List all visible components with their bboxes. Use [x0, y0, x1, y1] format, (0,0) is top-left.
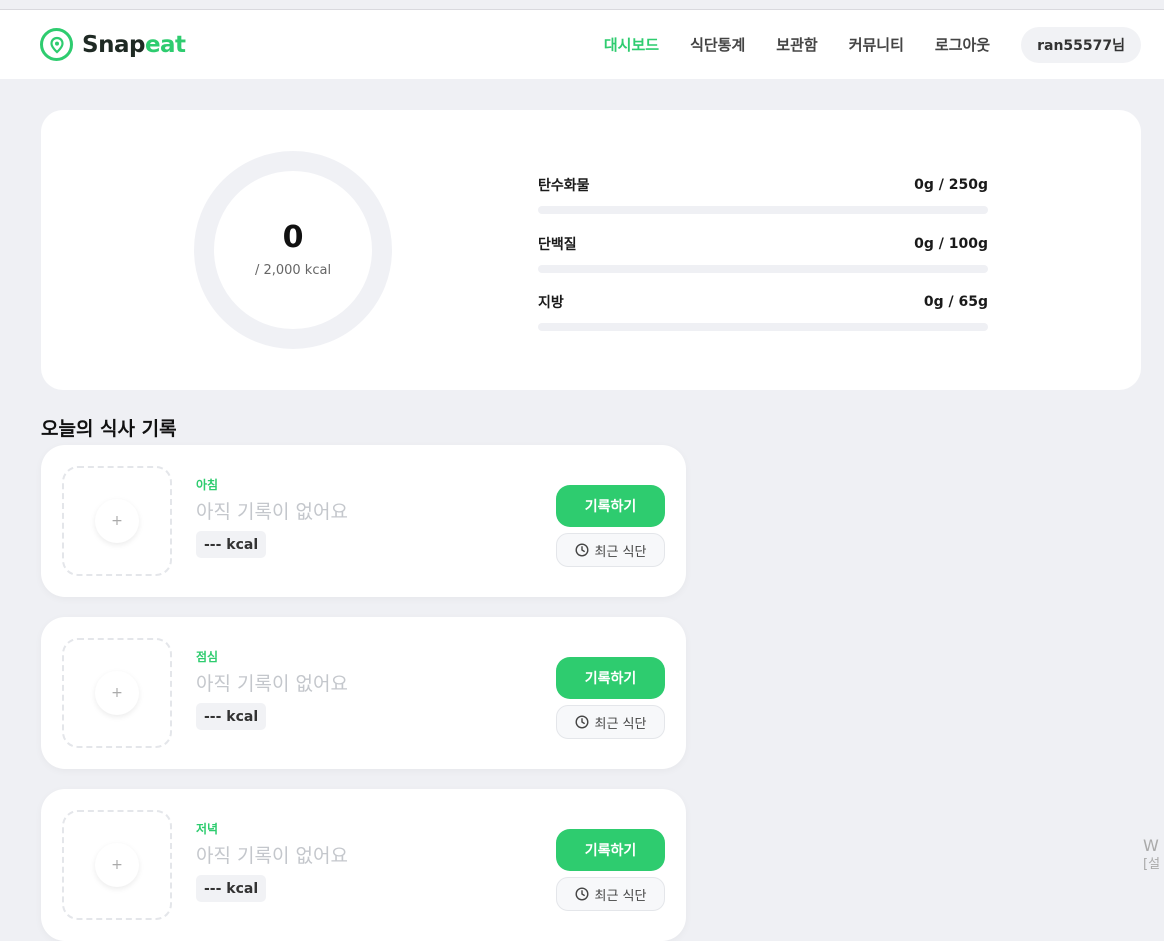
macro-carbs: 탄수화물 0g / 250g — [538, 175, 988, 214]
meal-empty-text: 아직 기록이 없어요 — [196, 845, 348, 867]
recent-meals-label: 최근 식단 — [594, 888, 647, 904]
top-navbar: Snapeat 대시보드 식단통계 보관함 커뮤니티 로그아웃 ran55577… — [0, 10, 1164, 79]
brand-name-part1: Snap — [82, 31, 145, 58]
recent-meals-button[interactable]: 최근 식단 — [556, 705, 665, 739]
plus-icon: + — [95, 843, 139, 887]
meal-type-label: 아침 — [196, 478, 219, 492]
meals-section-title: 오늘의 식사 기록 — [41, 418, 177, 440]
nav-item-logout[interactable]: 로그아웃 — [935, 34, 990, 55]
calorie-goal: / 2,000 kcal — [254, 262, 332, 278]
brand-logo[interactable]: Snapeat — [40, 28, 186, 61]
record-meal-button[interactable]: 기록하기 — [556, 829, 665, 871]
nav-item-dashboard[interactable]: 대시보드 — [604, 34, 659, 55]
clock-icon — [574, 715, 589, 729]
meal-type-label: 점심 — [196, 650, 219, 664]
meal-photo-upload[interactable]: + — [62, 638, 172, 748]
macro-progress-bar — [538, 323, 988, 331]
user-profile-pill[interactable]: ran55577님 — [1021, 26, 1141, 63]
record-meal-button[interactable]: 기록하기 — [556, 657, 665, 699]
macro-protein: 단백질 0g / 100g — [538, 234, 988, 273]
macro-value: 0g / 65g — [923, 294, 988, 310]
record-meal-button[interactable]: 기록하기 — [556, 485, 665, 527]
browser-top-edge — [0, 0, 1164, 10]
meal-card-lunch: + 점심 아직 기록이 없어요 --- kcal 기록하기 최근 식단 — [41, 617, 686, 769]
main-nav: 대시보드 식단통계 보관함 커뮤니티 로그아웃 ran55577님 — [573, 26, 1141, 63]
meal-kcal-badge: --- kcal — [196, 875, 267, 902]
macro-progress-bar — [538, 265, 988, 273]
nutrition-summary-card: 0 / 2,000 kcal 탄수화물 0g / 250g 단백질 0g / 1… — [41, 110, 1141, 390]
calorie-readout: 0 / 2,000 kcal — [194, 151, 392, 349]
nav-item-community[interactable]: 커뮤니티 — [849, 34, 904, 55]
meal-photo-upload[interactable]: + — [62, 466, 172, 576]
plus-icon: + — [95, 499, 139, 543]
meal-card-dinner: + 저녁 아직 기록이 없어요 --- kcal 기록하기 최근 식단 — [41, 789, 686, 941]
recent-meals-label: 최근 식단 — [594, 716, 647, 732]
watermark-line1: W — [1143, 836, 1159, 855]
macro-label: 단백질 — [538, 237, 577, 253]
macro-progress-bar — [538, 206, 988, 214]
recent-meals-label: 최근 식단 — [594, 544, 647, 560]
watermark-line2: [설 — [1143, 856, 1161, 872]
nav-item-diet-stats[interactable]: 식단통계 — [690, 34, 745, 55]
macro-value: 0g / 100g — [914, 236, 988, 252]
macro-label: 탄수화물 — [538, 178, 590, 194]
os-activation-watermark: W [설 — [1143, 836, 1160, 874]
meal-card-breakfast: + 아침 아직 기록이 없어요 --- kcal 기록하기 최근 식단 — [41, 445, 686, 597]
macro-label: 지방 — [538, 295, 564, 311]
recent-meals-button[interactable]: 최근 식단 — [556, 533, 665, 567]
brand-name-part2: eat — [144, 31, 186, 58]
meal-empty-text: 아직 기록이 없어요 — [196, 673, 348, 695]
nav-item-storage[interactable]: 보관함 — [776, 34, 817, 55]
meal-empty-text: 아직 기록이 없어요 — [196, 501, 348, 523]
recent-meals-button[interactable]: 최근 식단 — [556, 877, 665, 911]
pin-icon — [40, 28, 73, 61]
macro-value: 0g / 250g — [914, 177, 988, 193]
clock-icon — [574, 543, 589, 557]
plus-icon: + — [95, 671, 139, 715]
meal-type-label: 저녁 — [196, 822, 219, 836]
meal-kcal-badge: --- kcal — [196, 703, 267, 730]
meal-kcal-badge: --- kcal — [196, 531, 267, 558]
brand-name: Snapeat — [82, 32, 186, 58]
meal-photo-upload[interactable]: + — [62, 810, 172, 920]
macro-fat: 지방 0g / 65g — [538, 292, 988, 331]
clock-icon — [574, 887, 589, 901]
calories-consumed: 0 — [282, 219, 304, 255]
